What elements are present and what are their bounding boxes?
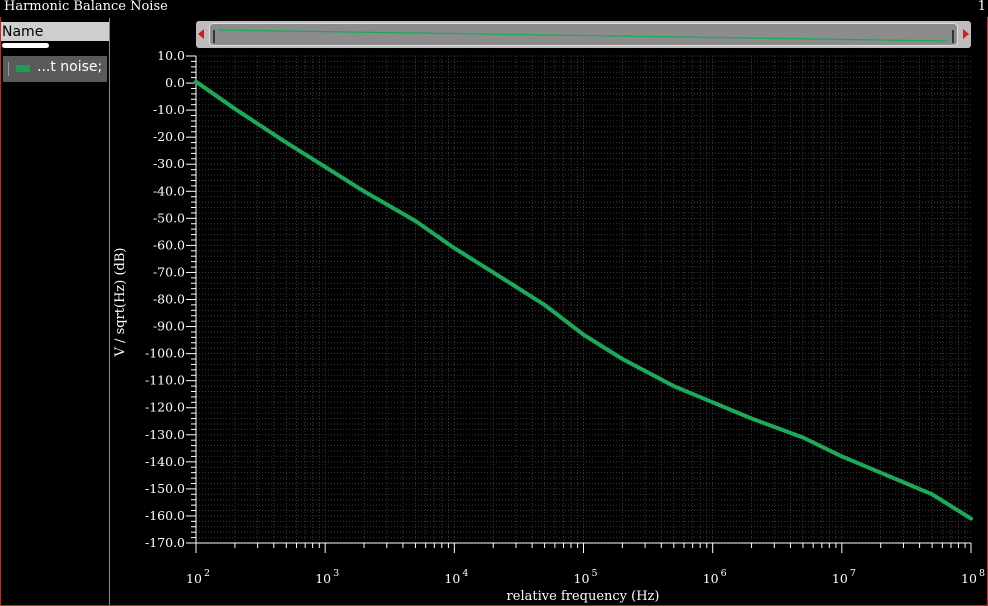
- y-tick-label: -40.0: [153, 183, 185, 198]
- x-tick-label-exponent: 3: [333, 568, 339, 579]
- x-axis-label: relative frequency (Hz): [507, 589, 660, 604]
- x-tick-label-exponent: 8: [979, 568, 985, 579]
- y-tick-label: -50.0: [153, 210, 185, 225]
- x-tick-label-exponent: 7: [850, 568, 856, 579]
- y-tick-label: -130.0: [145, 427, 185, 442]
- x-tick-label: 10: [961, 571, 977, 586]
- x-tick-label-exponent: 5: [592, 568, 598, 579]
- x-tick-label-exponent: 2: [204, 568, 210, 579]
- y-tick-label: -20.0: [153, 129, 185, 144]
- chart-series: [194, 79, 973, 521]
- chart-grid: [195, 55, 971, 544]
- y-tick-label: -170.0: [145, 535, 185, 550]
- x-tick-label: 10: [186, 571, 202, 586]
- x-tick-label: 10: [703, 571, 719, 586]
- y-tick-label: -100.0: [145, 346, 185, 361]
- x-tick-label: 10: [832, 571, 848, 586]
- y-tick-label: -140.0: [145, 454, 185, 469]
- y-tick-label: -10.0: [153, 102, 185, 117]
- x-tick-label: 10: [444, 571, 460, 586]
- x-tick-label: 10: [574, 571, 590, 586]
- y-axis-label: V / sqrt(Hz) (dB): [113, 248, 128, 358]
- y-tick-label: -160.0: [145, 508, 185, 523]
- noise-chart: 10.0 0.0 -10.0 -20.0 -30.0 -40.0 -50.0 -60.0 -70…: [113, 48, 985, 604]
- series-line-noise: [194, 79, 973, 521]
- y-tick-label: -90.0: [153, 319, 185, 334]
- x-tick-label-exponent: 4: [462, 568, 468, 579]
- y-tick-label: -60.0: [153, 237, 185, 252]
- y-tick-label: 10.0: [157, 48, 185, 63]
- y-tick-label: -150.0: [145, 481, 185, 496]
- y-tick-label: 0.0: [165, 75, 185, 90]
- x-tick-label: 10: [315, 571, 331, 586]
- y-tick-label: -80.0: [153, 292, 185, 307]
- x-tick-label-exponent: 6: [721, 568, 727, 579]
- y-tick-label: -110.0: [145, 373, 185, 388]
- y-tick-label: -120.0: [145, 400, 185, 415]
- y-tick-label: -30.0: [153, 156, 185, 171]
- y-tick-label: -70.0: [153, 264, 185, 279]
